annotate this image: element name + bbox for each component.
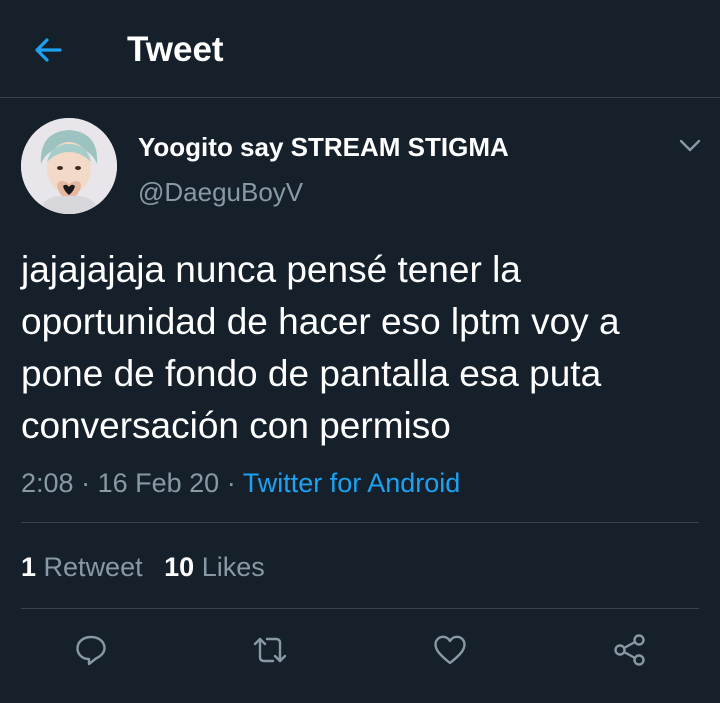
meta-separator: · xyxy=(81,468,91,498)
likes-count: 10 xyxy=(164,552,195,582)
more-options-button[interactable] xyxy=(672,128,708,164)
tweet-source-link[interactable]: Twitter for Android xyxy=(243,468,461,498)
retweet-icon xyxy=(253,637,287,663)
back-button[interactable] xyxy=(22,28,74,72)
retweet-button[interactable] xyxy=(244,624,296,676)
retweets-stat[interactable]: 1 Retweet xyxy=(21,552,150,582)
meta-separator: · xyxy=(226,468,236,498)
tweet-text-line: pone de fondo de pantalla esa puta xyxy=(21,353,602,394)
tweet-date: 16 Feb 20 xyxy=(97,468,220,498)
share-icon xyxy=(614,634,645,666)
reply-icon xyxy=(76,635,106,666)
author-handle[interactable]: @DaeguBoyV xyxy=(138,176,303,208)
retweets-label: Retweet xyxy=(43,552,143,582)
page-title: Tweet xyxy=(127,30,224,69)
avatar[interactable] xyxy=(21,118,117,214)
tweet-metadata: 2:08 · 16 Feb 20 · Twitter for Android xyxy=(21,466,460,500)
tweet-time: 2:08 xyxy=(21,468,74,498)
chevron-down-icon xyxy=(679,139,701,152)
avatar-image xyxy=(21,118,117,214)
likes-stat[interactable]: 10 Likes xyxy=(164,552,265,582)
like-icon xyxy=(434,635,466,665)
tweet-text-line: conversación con permiso xyxy=(21,405,451,446)
tweet-text-line: jajajajaja nunca pensé tener la xyxy=(21,249,521,290)
reply-button[interactable] xyxy=(65,624,117,676)
like-button[interactable] xyxy=(424,624,476,676)
arrow-left-icon xyxy=(35,38,62,62)
tweet-text-line: oportunidad de hacer eso lptm voy a xyxy=(21,301,620,342)
retweets-count: 1 xyxy=(21,552,37,582)
author-display-name[interactable]: Yoogito say STREAM STIGMA xyxy=(138,131,509,163)
tweet-stats: 1 Retweet 10 Likes xyxy=(21,550,265,584)
top-bar: Tweet xyxy=(0,0,720,98)
divider xyxy=(21,522,699,523)
tweet-actions-bar xyxy=(0,624,720,676)
likes-label: Likes xyxy=(201,552,265,582)
divider xyxy=(21,608,699,609)
share-button[interactable] xyxy=(604,624,656,676)
tweet-text: jajajajaja nunca pensé tener la oportuni… xyxy=(21,244,711,452)
